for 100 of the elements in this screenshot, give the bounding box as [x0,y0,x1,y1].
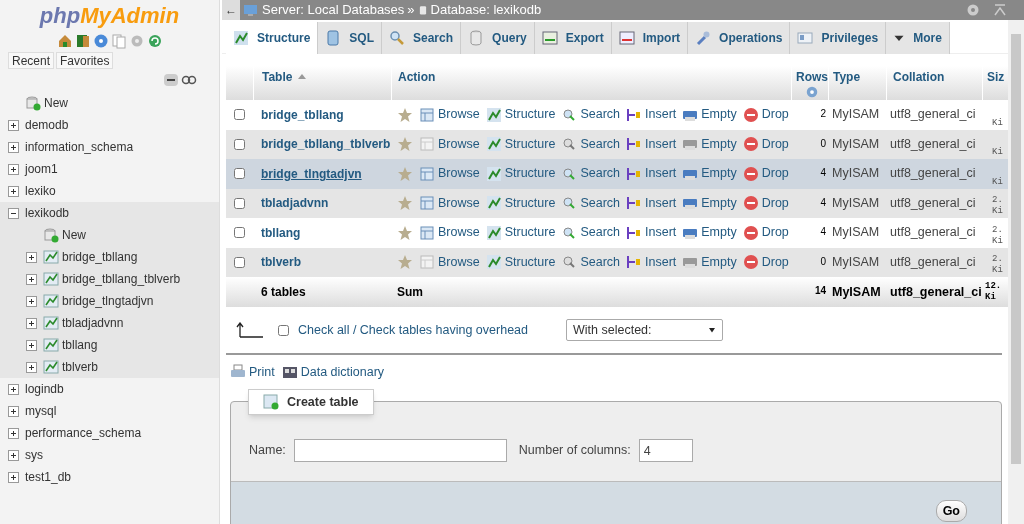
tree-item[interactable]: tbllang [62,336,98,354]
go-button[interactable]: Go [935,500,967,522]
print-link[interactable]: Print [249,362,275,382]
action-link[interactable]: Structure [504,193,556,213]
data-dictionary-link[interactable]: Data dictionary [300,362,385,382]
row-checkbox[interactable] [234,227,245,239]
expand-icon[interactable] [26,317,37,329]
row-checkbox[interactable] [234,109,245,121]
action-link[interactable]: Structure [504,252,556,272]
tree-item[interactable]: information_schema [25,138,134,156]
tab[interactable]: Query [461,22,535,54]
action-link[interactable]: Structure [504,164,556,184]
action-link[interactable]: Drop [761,105,789,125]
action-link[interactable]: Structure [504,134,556,154]
tree-item[interactable]: mysql [25,402,57,420]
action-link[interactable]: Empty [701,252,737,272]
action-link[interactable]: Browse [438,252,480,272]
action-link[interactable]: Browse [438,105,480,125]
tree-item[interactable]: demodb [25,116,69,134]
logo[interactable]: phpMyAdmin [39,2,180,30]
tab[interactable]: SQL [318,22,382,54]
action-link[interactable]: Browse [438,164,480,184]
action-link[interactable]: Insert [645,164,677,184]
row-checkbox[interactable] [234,256,245,268]
breadcrumb-link[interactable]: Server: Local Databases [262,0,405,20]
tab[interactable]: Structure [226,22,319,54]
expand-icon[interactable] [8,163,19,175]
expand-icon[interactable] [26,251,37,263]
tree-item[interactable]: test1_db [25,468,72,486]
expand-icon[interactable] [26,339,37,351]
tree-item[interactable]: bridge_tbllang [62,248,138,266]
action-link[interactable]: Empty [701,223,737,243]
action-link[interactable]: Search [580,252,620,272]
table-name-link[interactable]: tbladjadvnn [253,194,391,213]
expand-icon[interactable] [8,427,19,439]
tab[interactable]: Import [611,22,689,54]
tree-item[interactable]: joom1 [25,160,58,178]
tab[interactable]: More [886,22,950,54]
name-field[interactable] [293,439,507,462]
row-checkbox[interactable] [234,138,245,150]
table-name-link[interactable]: bridge_tbllang_tblverb [253,135,391,154]
action-link[interactable]: Search [580,164,620,184]
expand-icon[interactable] [8,383,19,395]
table-name-link[interactable]: bridge_tlngtadjvn [253,164,391,183]
action-link[interactable]: Drop [761,252,789,272]
action-link[interactable]: Drop [761,134,789,154]
tab[interactable]: Operations [688,22,791,54]
action-link[interactable]: Search [580,193,620,213]
expand-icon[interactable] [8,449,19,461]
tab[interactable]: Privileges [790,22,887,54]
sidebar-tab[interactable]: Recent [8,52,55,69]
back-button[interactable]: ← [222,0,240,20]
action-link[interactable]: Drop [761,223,789,243]
action-link[interactable]: Search [580,223,620,243]
sidebar-tab[interactable]: Favorites [56,52,114,69]
action-link[interactable]: Empty [701,193,737,213]
tree-item[interactable]: sys [25,446,43,464]
columns-field[interactable]: 4 [638,439,693,462]
tab[interactable]: Export [534,22,612,54]
expand-icon[interactable] [26,361,37,373]
row-checkbox[interactable] [234,168,245,180]
collapse-icon[interactable] [8,207,19,219]
expand-icon[interactable] [8,471,19,483]
breadcrumb-link[interactable]: Database: lexikodb [430,0,542,20]
action-link[interactable]: Search [580,134,620,154]
action-link[interactable]: Empty [701,164,737,184]
table-name-link[interactable]: bridge_tbllang [253,105,391,124]
tree-item[interactable]: New [44,94,68,112]
tree-item[interactable]: tblverb [62,358,99,376]
action-link[interactable]: Structure [504,105,556,125]
tree-item[interactable]: logindb [25,380,64,398]
expand-icon[interactable] [8,141,19,153]
tree-item[interactable]: performance_schema [25,424,142,442]
tab[interactable]: Search [382,22,462,54]
expand-icon[interactable] [8,185,19,197]
tree-item[interactable]: lexiko [25,182,56,200]
action-link[interactable]: Insert [645,223,677,243]
row-checkbox[interactable] [234,197,245,209]
action-link[interactable]: Insert [645,193,677,213]
action-link[interactable]: Insert [645,105,677,125]
action-link[interactable]: Empty [701,105,737,125]
check-all-link[interactable]: Check all / Check tables having overhead [298,320,528,340]
tree-item[interactable]: New [62,226,86,244]
action-link[interactable]: Browse [438,193,480,213]
expand-icon[interactable] [26,273,37,285]
action-link[interactable]: Structure [504,223,556,243]
tree-item[interactable]: bridge_tlngtadjvn [62,292,154,310]
expand-icon[interactable] [26,295,37,307]
expand-icon[interactable] [8,405,19,417]
with-selected-dropdown[interactable]: With selected: [566,319,723,341]
action-link[interactable]: Search [580,105,620,125]
tree-item[interactable]: lexikodb [25,204,70,222]
action-link[interactable]: Drop [761,193,789,213]
expand-icon[interactable] [8,119,19,131]
action-link[interactable]: Insert [645,134,677,154]
check-all-checkbox[interactable] [278,324,289,336]
table-name-link[interactable]: tbllang [253,223,391,242]
action-link[interactable]: Insert [645,252,677,272]
action-link[interactable]: Browse [438,223,480,243]
action-link[interactable]: Empty [701,134,737,154]
